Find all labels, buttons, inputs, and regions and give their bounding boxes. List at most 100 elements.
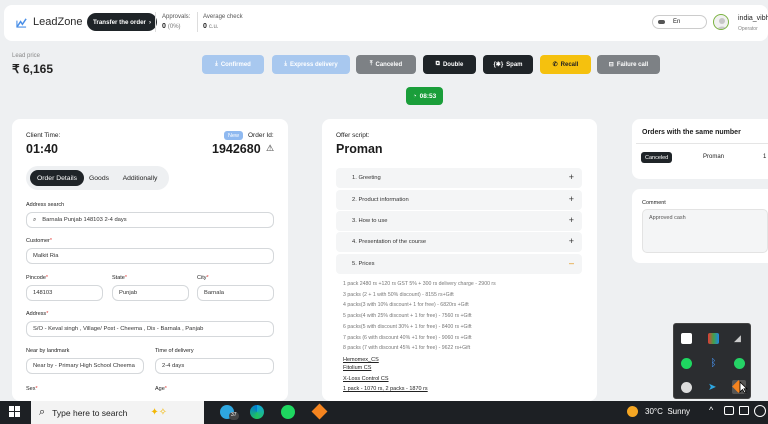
pincode-field[interactable]: 148103 <box>26 285 103 301</box>
tab-order-details[interactable]: Order Details <box>30 170 84 186</box>
lead-price-label: Lead price <box>12 53 41 59</box>
average-check-unit: c.u. <box>208 24 219 30</box>
sparkle-icon: ✦✧ <box>150 407 168 418</box>
app-icon[interactable] <box>708 333 719 344</box>
transfer-order-button[interactable]: Transfer the order › <box>87 13 158 31</box>
edge-icon[interactable] <box>250 405 264 419</box>
divider <box>197 12 198 32</box>
minus-box-icon: ⊟ <box>608 62 614 68</box>
spotify-icon[interactable] <box>681 358 692 369</box>
spam-label: Spam <box>506 61 523 68</box>
temperature: 30°C <box>645 407 663 416</box>
accordion-label: 3. How to use <box>352 218 388 224</box>
user-name[interactable]: india_vibh <box>738 15 768 22</box>
notification-badge: 37 <box>229 412 239 420</box>
failure-call-button[interactable]: ⊟ Failure call <box>597 55 660 74</box>
customer-field[interactable]: Malkit Ria <box>26 248 274 264</box>
weather-condition: Sunny <box>667 407 691 416</box>
accordion-product-information[interactable]: 2. Product information + <box>336 190 582 210</box>
download-icon: ⤓ <box>284 61 287 67</box>
offer-script-title: Proman <box>336 142 383 156</box>
vpn-icon[interactable] <box>681 382 692 393</box>
avatar[interactable] <box>713 14 729 30</box>
taskbar-search[interactable]: ⌕ Type here to search ✦✧ <box>31 401 204 424</box>
canceled-button[interactable]: ⤒ Canceled <box>356 55 416 74</box>
approvals-stat: Approvals: 0 (0%) <box>162 14 190 30</box>
weather[interactable]: 30°C Sunny <box>645 407 690 416</box>
timer-icon: ◔ <box>412 92 417 100</box>
failure-call-label: Failure call <box>616 61 649 68</box>
logo-text: LeadZone <box>33 16 83 28</box>
same-order-product[interactable]: Proman <box>703 154 724 160</box>
confirmed-button[interactable]: ⤓ Confirmed <box>202 55 264 74</box>
price-line: 4 packs(3 with 10% discount+ 1 for free)… <box>343 302 469 308</box>
state-label: State* <box>112 275 127 281</box>
price-line: 1 pack 2480 rs +120 rs GST 5% + 300 rs d… <box>343 281 496 287</box>
same-order-id[interactable]: 1 <box>763 154 766 160</box>
download-icon: ⤓ <box>215 61 218 67</box>
language-value: En <box>673 19 681 25</box>
whatsapp-icon[interactable] <box>734 358 745 369</box>
client-time: 01:40 <box>26 142 58 156</box>
order-id-label: Order Id: <box>248 132 274 139</box>
chevron-up-icon[interactable]: ^ <box>709 405 713 415</box>
lead-price-value: ₹ 6,165 <box>12 62 53 76</box>
price-line: 5 packs(4 with 25% discount + 1 for free… <box>343 313 472 319</box>
delivery-time-field[interactable]: 2-4 days <box>155 358 274 374</box>
average-check-value: 0 <box>203 23 207 30</box>
price-line: 3 packs (2 + 1 with 50% discount) - 8155… <box>343 292 454 298</box>
script-link[interactable]: X-Loss Control CS <box>343 376 389 382</box>
price-line: 7 packs (6 with discount 40% +1 for free… <box>343 335 472 341</box>
landmark-field[interactable]: Near by - Primary High School Cheema <box>26 358 144 374</box>
script-link[interactable]: Hemomex_CS <box>343 357 379 363</box>
price-line: 6 packs(5 with discount 30% + 1 for free… <box>343 324 472 330</box>
status-badge: Canceled <box>641 152 673 163</box>
network-icon[interactable]: ◢ <box>734 333 745 344</box>
windows-start-icon[interactable] <box>9 406 20 417</box>
user-role: Operator <box>738 26 758 32</box>
approvals-value: 0 <box>162 23 166 30</box>
battery-icon[interactable] <box>739 406 749 415</box>
landmark-label: Near by landmark <box>26 348 70 354</box>
spotify-taskbar-icon[interactable] <box>281 405 295 419</box>
accordion-how-to-use[interactable]: 3. How to use + <box>336 211 582 231</box>
network-status-icon[interactable] <box>754 405 766 417</box>
spam-button[interactable]: {✱} Spam <box>483 55 533 74</box>
sun-icon <box>627 406 638 417</box>
address-search-value: Barnala Punjab 148103 2-4 days <box>42 217 127 223</box>
average-check-stat: Average check 0 c.u. <box>203 14 243 30</box>
chevron-right-icon: › <box>148 18 152 26</box>
tab-additionally[interactable]: Additionally <box>116 170 164 186</box>
state-field[interactable]: Punjab <box>112 285 189 301</box>
accordion-presentation[interactable]: 4. Presentation of the course + <box>336 232 582 252</box>
age-label: Age* <box>155 386 167 392</box>
comment-label: Comment <box>642 200 666 206</box>
language-select[interactable]: En <box>652 15 707 29</box>
recall-button[interactable]: ✆ Recall <box>540 55 591 74</box>
approvals-label: Approvals: <box>162 14 191 20</box>
spam-icon: {✱} <box>493 62 504 68</box>
comment-textarea[interactable]: Approved cash <box>642 209 768 253</box>
sex-label: Sex* <box>26 386 38 392</box>
tab-goods[interactable]: Goods <box>86 170 112 186</box>
telegram-icon[interactable]: ➤ <box>708 382 719 393</box>
accordion-greeting[interactable]: 1. Greeting + <box>336 168 582 188</box>
price-line: 8 packs (7 with discount 45% +1 for free… <box>343 345 471 351</box>
address-field[interactable]: S/O - Keval singh , Village/ Post - Chee… <box>26 321 274 337</box>
shield-icon[interactable] <box>681 333 692 344</box>
accordion-prices[interactable]: 5. Prices – <box>336 254 582 274</box>
toggle-icon <box>658 20 665 24</box>
script-link[interactable]: Fitolium CS <box>343 365 371 371</box>
express-delivery-button[interactable]: ⤓ Express delivery <box>272 55 350 74</box>
accordion-label: 2. Product information <box>352 197 409 203</box>
display-icon[interactable] <box>724 406 734 415</box>
script-link[interactable]: 1 pack - 1070 rs, 2 packs - 1870 rs <box>343 386 428 392</box>
express-delivery-label: Express delivery <box>289 61 338 68</box>
city-field[interactable]: Barnala <box>197 285 274 301</box>
bluetooth-icon[interactable]: ᛒ <box>708 358 719 369</box>
double-button[interactable]: ⧉ Double <box>423 55 476 74</box>
logo[interactable]: LeadZone <box>16 16 83 28</box>
same-orders-card <box>632 119 768 179</box>
address-search-input[interactable]: ⌕ Barnala Punjab 148103 2-4 days <box>26 212 274 228</box>
cursor-icon <box>739 381 748 394</box>
